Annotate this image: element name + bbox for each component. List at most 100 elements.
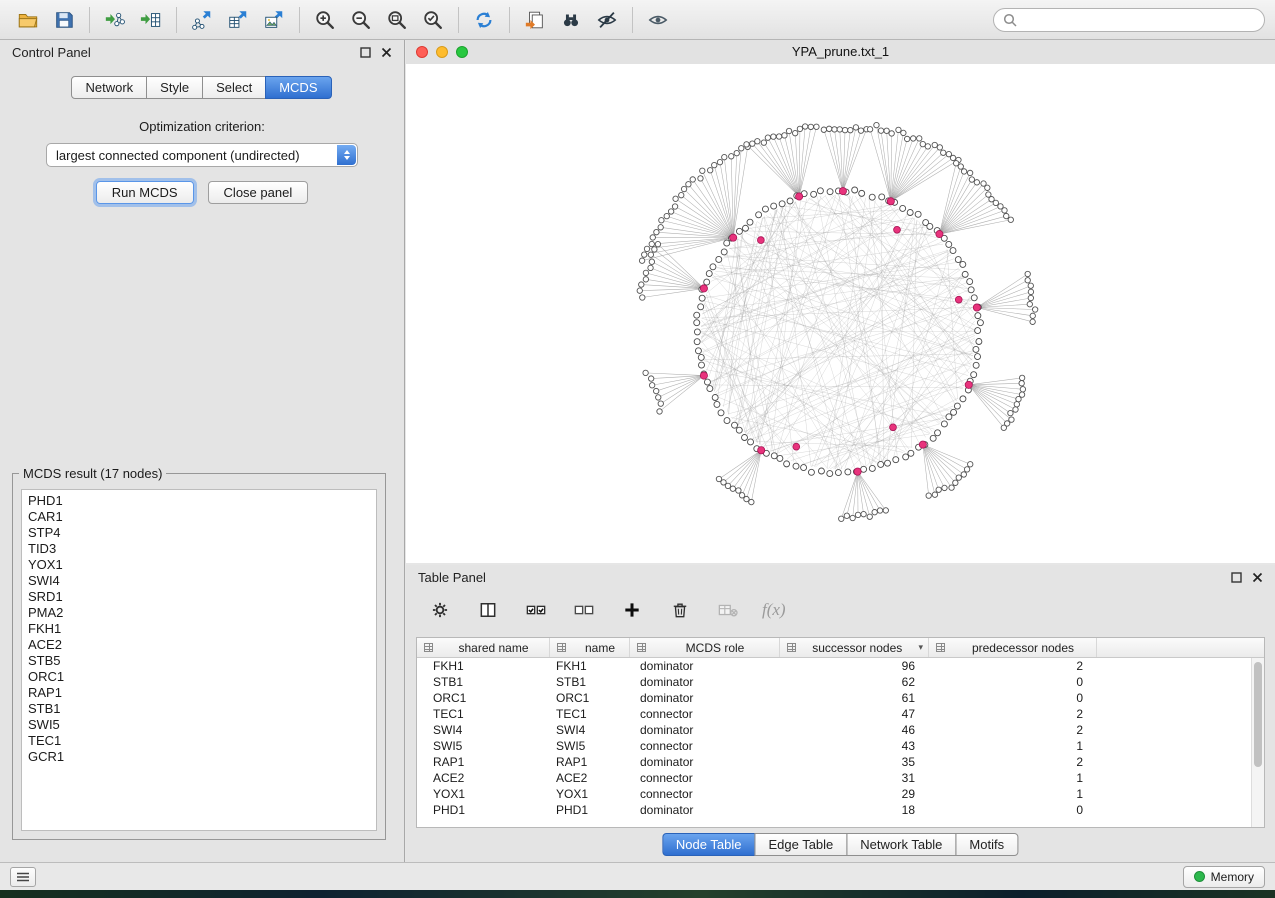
mcds-result-item[interactable]: RAP1 xyxy=(22,685,376,701)
tab-edge-table[interactable]: Edge Table xyxy=(754,833,847,856)
control-panel-tabs: NetworkStyleSelectMCDS xyxy=(0,76,404,99)
mcds-result-item[interactable]: SRD1 xyxy=(22,589,376,605)
function-builder-button[interactable]: f(x) xyxy=(762,600,786,620)
close-icon[interactable] xyxy=(381,47,392,58)
column-label: MCDS role xyxy=(651,641,779,655)
copy-network-button[interactable] xyxy=(517,4,553,36)
chevron-down-icon[interactable]: ▾ xyxy=(918,642,928,653)
table-cell: 31 xyxy=(780,771,929,785)
toolbar-separator xyxy=(632,7,633,33)
mcds-result-item[interactable]: FKH1 xyxy=(22,621,376,637)
column-header-MCDS-role[interactable]: MCDS role xyxy=(630,638,780,657)
export-table-button[interactable] xyxy=(220,4,256,36)
criterion-dropdown[interactable]: largest connected component (undirected) xyxy=(46,143,358,167)
tab-motifs[interactable]: Motifs xyxy=(955,833,1018,856)
hide-selected-button[interactable] xyxy=(589,4,625,36)
table-cell: 1 xyxy=(929,787,1097,801)
apply-layout-button[interactable] xyxy=(466,4,502,36)
control-panel: Control Panel NetworkStyleSelectMCDS Opt… xyxy=(0,40,405,862)
zoom-selected-button[interactable] xyxy=(415,4,451,36)
table-row[interactable]: STB1STB1dominator620 xyxy=(417,674,1264,690)
mcds-result-item[interactable]: TID3 xyxy=(22,541,376,557)
open-session-button[interactable] xyxy=(10,4,46,36)
status-menu-button[interactable] xyxy=(10,867,36,887)
show-all-button[interactable] xyxy=(640,4,676,36)
float-window-icon[interactable] xyxy=(360,47,371,58)
table-cell: connector xyxy=(630,787,780,801)
table-row[interactable]: TEC1TEC1connector472 xyxy=(417,706,1264,722)
scrollbar-thumb[interactable] xyxy=(1254,662,1262,767)
add-column-button[interactable] xyxy=(618,596,646,624)
table-cell: RAP1 xyxy=(417,755,550,769)
table-scrollbar[interactable] xyxy=(1251,658,1264,827)
column-header-name[interactable]: name xyxy=(550,638,630,657)
table-row[interactable]: RAP1RAP1dominator352 xyxy=(417,754,1264,770)
mcds-result-item[interactable]: CAR1 xyxy=(22,509,376,525)
toolbar-separator xyxy=(299,7,300,33)
table-cell: YOX1 xyxy=(550,787,630,801)
save-session-button[interactable] xyxy=(46,4,82,36)
mcds-result-item[interactable]: SWI5 xyxy=(22,717,376,733)
optimization-criterion-label: Optimization criterion: xyxy=(0,119,404,134)
mcds-result-item[interactable]: STB1 xyxy=(22,701,376,717)
mcds-result-item[interactable]: ORC1 xyxy=(22,669,376,685)
float-window-icon[interactable] xyxy=(1231,572,1242,583)
mcds-result-item[interactable]: PHD1 xyxy=(22,493,376,509)
table-cell: 0 xyxy=(929,803,1097,817)
table-cell: ACE2 xyxy=(550,771,630,785)
delete-column-button[interactable] xyxy=(666,596,694,624)
table-settings-button[interactable] xyxy=(426,596,454,624)
tab-network-table[interactable]: Network Table xyxy=(846,833,956,856)
column-header-filler xyxy=(1097,638,1264,657)
import-table-button[interactable] xyxy=(133,4,169,36)
tab-network[interactable]: Network xyxy=(71,76,147,99)
zoom-in-button[interactable] xyxy=(307,4,343,36)
close-panel-button[interactable]: Close panel xyxy=(208,181,309,204)
table-cell: 46 xyxy=(780,723,929,737)
column-header-successor-nodes[interactable]: successor nodes▾ xyxy=(780,638,929,657)
list-menu-icon xyxy=(16,871,30,883)
zoom-fit-button[interactable] xyxy=(379,4,415,36)
mcds-result-item[interactable]: STB5 xyxy=(22,653,376,669)
table-row[interactable]: ORC1ORC1dominator610 xyxy=(417,690,1264,706)
table-row[interactable]: SWI5SWI5connector431 xyxy=(417,738,1264,754)
table-row[interactable]: FKH1FKH1dominator962 xyxy=(417,658,1264,674)
mcds-result-item[interactable]: GCR1 xyxy=(22,749,376,765)
table-cell: 2 xyxy=(929,707,1097,721)
table-cell: SWI5 xyxy=(550,739,630,753)
table-cell: 1 xyxy=(929,771,1097,785)
tab-mcds[interactable]: MCDS xyxy=(265,76,331,99)
mcds-result-item[interactable]: ACE2 xyxy=(22,637,376,653)
search-input[interactable] xyxy=(1023,13,1255,27)
mcds-result-item[interactable]: YOX1 xyxy=(22,557,376,573)
column-header-predecessor-nodes[interactable]: predecessor nodes xyxy=(929,638,1097,657)
find-button[interactable] xyxy=(553,4,589,36)
mcds-result-item[interactable]: STP4 xyxy=(22,525,376,541)
mcds-result-item[interactable]: SWI4 xyxy=(22,573,376,589)
table-row[interactable]: PHD1PHD1dominator180 xyxy=(417,802,1264,818)
export-network-button[interactable] xyxy=(184,4,220,36)
import-network-button[interactable] xyxy=(97,4,133,36)
deselect-all-button[interactable] xyxy=(570,596,598,624)
select-all-button[interactable] xyxy=(522,596,550,624)
run-mcds-button[interactable]: Run MCDS xyxy=(96,181,194,204)
column-header-shared-name[interactable]: shared name xyxy=(417,638,550,657)
mcds-result-item[interactable]: TEC1 xyxy=(22,733,376,749)
network-canvas[interactable] xyxy=(406,64,1275,563)
clear-table-button[interactable] xyxy=(714,596,742,624)
memory-button[interactable]: Memory xyxy=(1183,866,1265,888)
toolbar-separator xyxy=(458,7,459,33)
table-row[interactable]: YOX1YOX1connector291 xyxy=(417,786,1264,802)
close-icon[interactable] xyxy=(1252,572,1263,583)
export-image-button[interactable] xyxy=(256,4,292,36)
mcds-result-item[interactable]: PMA2 xyxy=(22,605,376,621)
tab-node-table[interactable]: Node Table xyxy=(662,833,756,856)
table-row[interactable]: SWI4SWI4dominator462 xyxy=(417,722,1264,738)
table-row[interactable]: ACE2ACE2connector311 xyxy=(417,770,1264,786)
table-cell: connector xyxy=(630,771,780,785)
zoom-out-button[interactable] xyxy=(343,4,379,36)
table-cell: PHD1 xyxy=(417,803,550,817)
split-columns-button[interactable] xyxy=(474,596,502,624)
tab-style[interactable]: Style xyxy=(146,76,203,99)
tab-select[interactable]: Select xyxy=(202,76,266,99)
